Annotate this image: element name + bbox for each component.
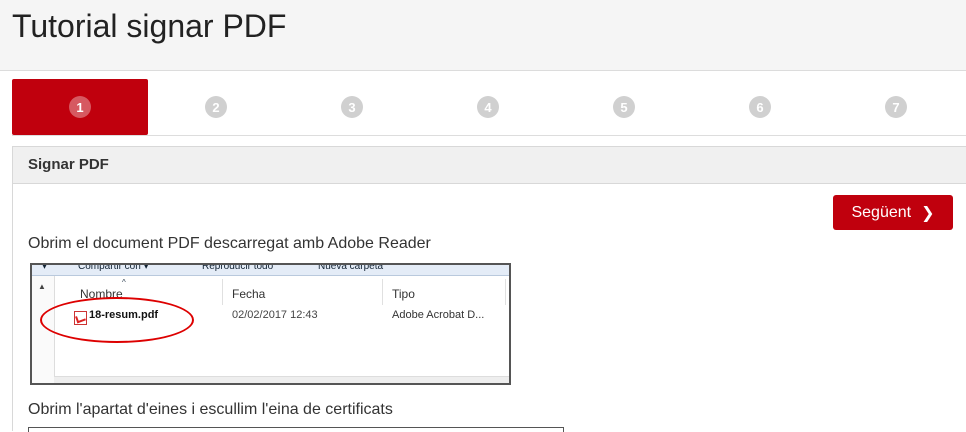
page-header: Tutorial signar PDF <box>0 0 966 71</box>
step-panel: Signar PDF Següent ❯ Obrim el document P… <box>12 146 966 432</box>
step-number: 1 <box>69 96 91 118</box>
chevron-right-icon: ❯ <box>921 204 935 222</box>
horizontal-scrollbar <box>54 376 509 383</box>
step-tab-6[interactable]: 6 <box>692 79 828 135</box>
explorer-screenshot: ▾ Compartir con ▾ Reproducir todo Nueva … <box>30 263 511 385</box>
page-title: Tutorial signar PDF <box>12 8 287 44</box>
toolbar-share: Compartir con ▾ <box>78 263 149 272</box>
step-number: 5 <box>613 96 635 118</box>
step-number: 7 <box>885 96 907 118</box>
step-tab-1[interactable]: 1 <box>12 79 148 135</box>
sort-ascending-icon: ^ <box>122 278 126 287</box>
step-number: 4 <box>477 96 499 118</box>
toolbar-play-all: Reproducir todo <box>202 263 274 272</box>
step-tab-3[interactable]: 3 <box>284 79 420 135</box>
column-divider <box>382 279 383 305</box>
next-button[interactable]: Següent ❯ <box>833 195 953 230</box>
toolbar-new-folder: Nueva carpeta <box>318 263 384 272</box>
scroll-up-icon: ▲ <box>38 282 46 291</box>
step-tab-7[interactable]: 7 <box>828 79 964 135</box>
next-button-label: Següent <box>851 203 912 221</box>
column-divider <box>505 279 506 305</box>
file-type: Adobe Acrobat D... <box>392 309 485 321</box>
highlight-ellipse <box>40 297 194 343</box>
step-tab-4[interactable]: 4 <box>420 79 556 135</box>
step-tab-2[interactable]: 2 <box>148 79 284 135</box>
step-navigation: 1 2 3 4 5 6 7 <box>12 79 966 136</box>
step-number: 6 <box>749 96 771 118</box>
column-header-date: Fecha <box>232 287 266 301</box>
column-divider <box>222 279 223 305</box>
instruction-text-2: Obrim l'apartat d'eines i escullim l'ein… <box>28 401 393 418</box>
step-number: 2 <box>205 96 227 118</box>
step-tab-5[interactable]: 5 <box>556 79 692 135</box>
explorer-toolbar: ▾ Compartir con ▾ Reproducir todo Nueva … <box>32 265 509 276</box>
step-number: 3 <box>341 96 363 118</box>
file-date: 02/02/2017 12:43 <box>232 309 318 321</box>
panel-heading: Signar PDF <box>13 147 966 184</box>
chevron-down-icon: ▾ <box>42 263 48 272</box>
column-header-type: Tipo <box>392 287 415 301</box>
instruction-text-1: Obrim el document PDF descarregat amb Ad… <box>28 235 431 252</box>
